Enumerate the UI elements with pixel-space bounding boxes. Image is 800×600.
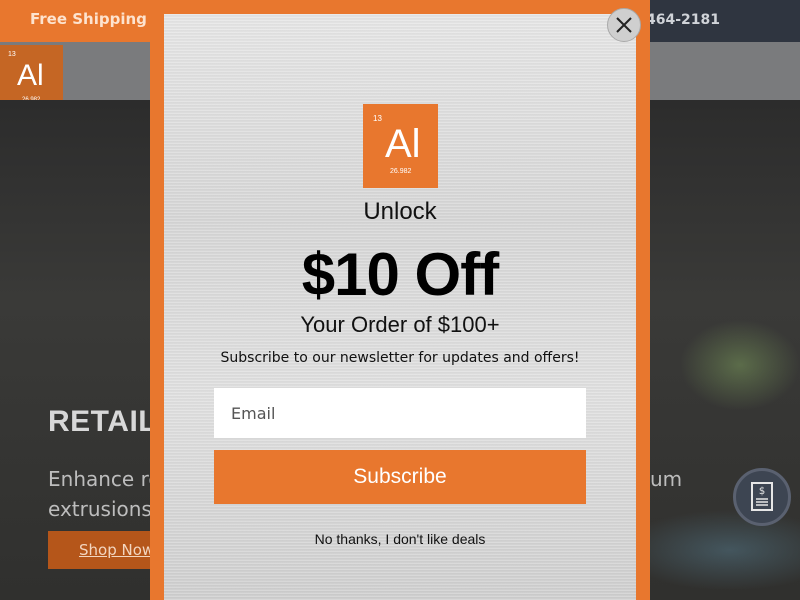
decline-link[interactable]: No thanks, I don't like deals <box>164 531 636 547</box>
discount-headline: $10 Off <box>301 241 499 308</box>
popup-logo: 13 Al 26.982 <box>363 104 438 188</box>
subscribe-button[interactable]: Subscribe <box>214 450 586 504</box>
popup-logo-number: 13 <box>373 114 382 123</box>
unlock-label: Unlock <box>363 198 437 225</box>
newsletter-popup: 13 Al 26.982 Unlock $10 Off Your Order o… <box>150 0 650 600</box>
close-icon <box>616 17 632 33</box>
popup-logo-mass: 26.982 <box>390 168 412 175</box>
popup-content: 13 Al 26.982 Unlock $10 Off Your Order o… <box>164 14 636 600</box>
email-input[interactable] <box>214 388 586 438</box>
popup-logo-symbol: Al <box>385 122 421 166</box>
close-popup-button[interactable] <box>607 8 641 42</box>
discount-subhead: Your Order of $100+ <box>300 312 500 337</box>
newsletter-description: Subscribe to our newsletter for updates … <box>220 350 580 366</box>
